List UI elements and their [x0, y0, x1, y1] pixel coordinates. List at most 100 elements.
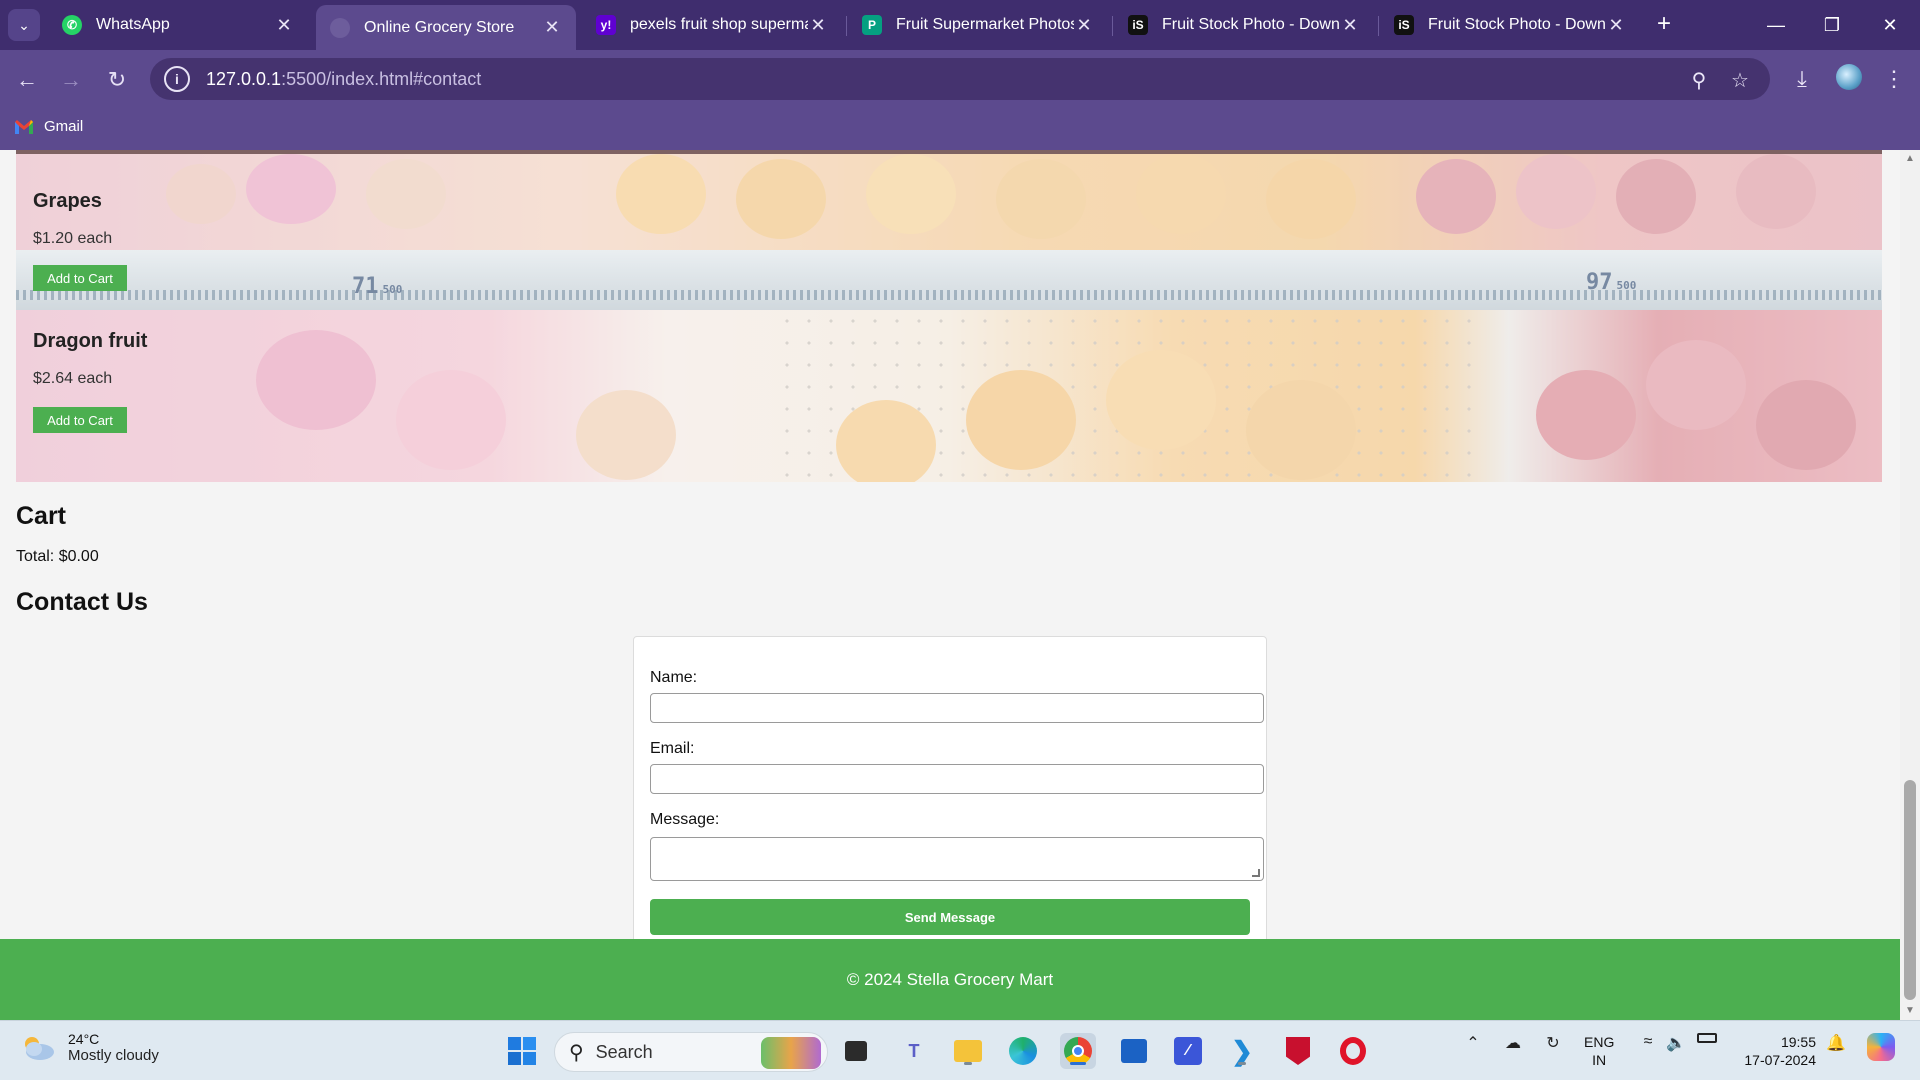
- tab-title: Fruit Stock Photo - Downlo: [1428, 16, 1606, 33]
- tab-fruit-supermarket-photos[interactable]: P Fruit Supermarket Photos, ✕: [848, 7, 1108, 43]
- onedrive-icon[interactable]: ☁: [1500, 1033, 1526, 1053]
- browser-toolbar: ← → ↻ i 127.0.0.1:5500/index.html#contac…: [0, 50, 1920, 108]
- name-label: Name:: [650, 669, 698, 686]
- notification-bell-icon[interactable]: 🔔: [1824, 1033, 1848, 1053]
- minimize-icon[interactable]: —: [1756, 10, 1796, 40]
- add-to-cart-button[interactable]: Add to Cart: [33, 407, 127, 433]
- back-arrow-icon[interactable]: ←: [12, 65, 42, 95]
- wifi-icon[interactable]: ≈: [1636, 1033, 1660, 1051]
- tray-chevron-up-icon[interactable]: ⌃: [1462, 1033, 1484, 1053]
- close-icon[interactable]: ✕: [1606, 15, 1626, 36]
- message-textarea[interactable]: [650, 837, 1264, 881]
- product-background-image: [16, 310, 1882, 482]
- tab-search-chevron-icon[interactable]: ⌄: [8, 9, 40, 41]
- tab-title: pexels fruit shop supermar: [630, 16, 808, 33]
- close-icon[interactable]: ✕: [1074, 15, 1094, 36]
- tab-fruit-stock-photo-1[interactable]: iS Fruit Stock Photo - Downlo ✕: [1114, 7, 1374, 43]
- istock-icon: iS: [1394, 15, 1414, 35]
- pexels-icon: P: [862, 15, 882, 35]
- product-card-dragon-fruit: Dragon fruit $2.64 each Add to Cart: [16, 310, 1882, 482]
- file-explorer-icon[interactable]: [950, 1033, 986, 1069]
- tab-online-grocery-store[interactable]: Online Grocery Store ✕: [316, 5, 576, 50]
- language-indicator[interactable]: ENG IN: [1584, 1033, 1614, 1069]
- task-view-icon[interactable]: [838, 1033, 874, 1069]
- tab-title: WhatsApp: [96, 16, 170, 33]
- scroll-up-arrow-icon[interactable]: ▲: [1905, 154, 1915, 164]
- clock-date: 17-07-2024: [1744, 1052, 1816, 1068]
- search-highlight-icon: [761, 1037, 821, 1069]
- tab-title: Online Grocery Store: [364, 18, 515, 36]
- window-close-icon[interactable]: ✕: [1870, 10, 1910, 40]
- menu-kebab-icon[interactable]: ⋮: [1878, 63, 1910, 95]
- globe-icon: [330, 17, 350, 38]
- bookmarks-bar: Gmail: [0, 108, 1920, 150]
- mcafee-icon[interactable]: [1280, 1033, 1316, 1069]
- download-icon[interactable]: ⤓: [1786, 63, 1818, 95]
- cart-total: Total: $0.00: [16, 548, 99, 565]
- resize-grip-icon[interactable]: [1252, 869, 1260, 877]
- windows-start-icon[interactable]: [504, 1033, 540, 1069]
- site-footer: © 2024 Stella Grocery Mart: [0, 939, 1900, 1020]
- add-to-cart-button[interactable]: Add to Cart: [33, 265, 127, 291]
- new-tab-plus-icon[interactable]: +: [1650, 10, 1678, 38]
- address-bar[interactable]: i 127.0.0.1:5500/index.html#contact ⚲ ☆: [150, 58, 1770, 100]
- vscode-icon[interactable]: ❯: [1224, 1033, 1260, 1069]
- product-price: $1.20 each: [33, 230, 113, 247]
- scroll-down-arrow-icon[interactable]: ▼: [1905, 1006, 1915, 1016]
- teams-icon[interactable]: T: [896, 1033, 932, 1069]
- weather-description: Mostly cloudy: [68, 1047, 159, 1064]
- tab-whatsapp[interactable]: ✆ WhatsApp ✕: [48, 7, 308, 43]
- reload-icon[interactable]: ↻: [102, 65, 132, 95]
- gmail-icon: [14, 119, 34, 135]
- volume-icon[interactable]: 🔈: [1664, 1033, 1688, 1053]
- tab-fruit-stock-photo-2[interactable]: iS Fruit Stock Photo - Downlo ✕: [1380, 7, 1640, 43]
- opera-icon[interactable]: [1335, 1033, 1371, 1069]
- send-message-button[interactable]: Send Message: [650, 899, 1250, 935]
- scrollbar-thumb[interactable]: [1904, 780, 1916, 1000]
- windows-taskbar: 24°C Mostly cloudy ⚲ Search T ∕ ❯ ⌃ ☁ ↻ …: [0, 1020, 1920, 1080]
- whatsapp-icon: ✆: [62, 15, 82, 35]
- weather-temperature: 24°C: [68, 1031, 100, 1047]
- page-scrollbar[interactable]: ▲ ▼: [1900, 150, 1920, 1020]
- powerautomate-icon[interactable]: ∕: [1170, 1033, 1206, 1069]
- zoom-icon[interactable]: ⚲: [1686, 67, 1712, 93]
- page-viewport: 71 500 97 500 Grapes $1.20 each Add to Car…: [0, 150, 1900, 1020]
- cart-heading: Cart: [16, 502, 67, 530]
- profile-avatar[interactable]: [1836, 64, 1862, 90]
- email-label: Email:: [650, 740, 695, 757]
- cloudy-weather-icon: [20, 1035, 56, 1061]
- name-input[interactable]: [650, 693, 1264, 723]
- restore-icon[interactable]: ❐: [1812, 10, 1852, 40]
- product-background-image: 71 500 97 500: [16, 150, 1882, 310]
- bookmark-star-icon[interactable]: ☆: [1727, 67, 1753, 93]
- tab-title: Fruit Supermarket Photos,: [896, 16, 1074, 33]
- close-icon[interactable]: ✕: [1340, 15, 1360, 36]
- close-icon[interactable]: ✕: [808, 15, 828, 36]
- microsoft-store-icon[interactable]: [1116, 1033, 1152, 1069]
- clock-time: 19:55: [1780, 1034, 1816, 1050]
- bookmark-gmail[interactable]: Gmail: [14, 118, 83, 135]
- yahoo-icon: y!: [596, 15, 616, 35]
- edge-icon[interactable]: [1005, 1033, 1041, 1069]
- close-icon[interactable]: ✕: [274, 15, 294, 36]
- weather-widget[interactable]: 24°C Mostly cloudy: [20, 1031, 159, 1064]
- tab-pexels-search[interactable]: y! pexels fruit shop supermar ✕: [582, 7, 842, 43]
- site-info-icon[interactable]: i: [164, 66, 190, 92]
- battery-icon[interactable]: [1694, 1033, 1720, 1043]
- address-url[interactable]: 127.0.0.1:5500/index.html#contact: [206, 69, 481, 90]
- product-card-grapes: 71 500 97 500 Grapes $1.20 each Add to Car…: [16, 150, 1882, 310]
- browser-tab-strip: ⌄ ✆ WhatsApp ✕ Online Grocery Store ✕ y!…: [0, 0, 1920, 50]
- forward-arrow-icon[interactable]: →: [56, 65, 86, 95]
- sync-icon[interactable]: ↻: [1540, 1033, 1566, 1053]
- close-icon[interactable]: ✕: [542, 17, 562, 38]
- search-icon: ⚲: [569, 1041, 584, 1064]
- taskbar-search[interactable]: ⚲ Search: [554, 1032, 828, 1072]
- contact-form: Name: Email: Message: Send Message: [633, 636, 1267, 946]
- product-name: Grapes: [33, 190, 102, 212]
- chrome-icon[interactable]: [1060, 1033, 1096, 1069]
- system-clock[interactable]: 19:55 17-07-2024: [1736, 1033, 1816, 1069]
- footer-text: © 2024 Stella Grocery Mart: [846, 969, 1054, 989]
- email-input[interactable]: [650, 764, 1264, 794]
- copilot-icon[interactable]: [1864, 1033, 1898, 1061]
- tab-title: Fruit Stock Photo - Downlo: [1162, 16, 1340, 33]
